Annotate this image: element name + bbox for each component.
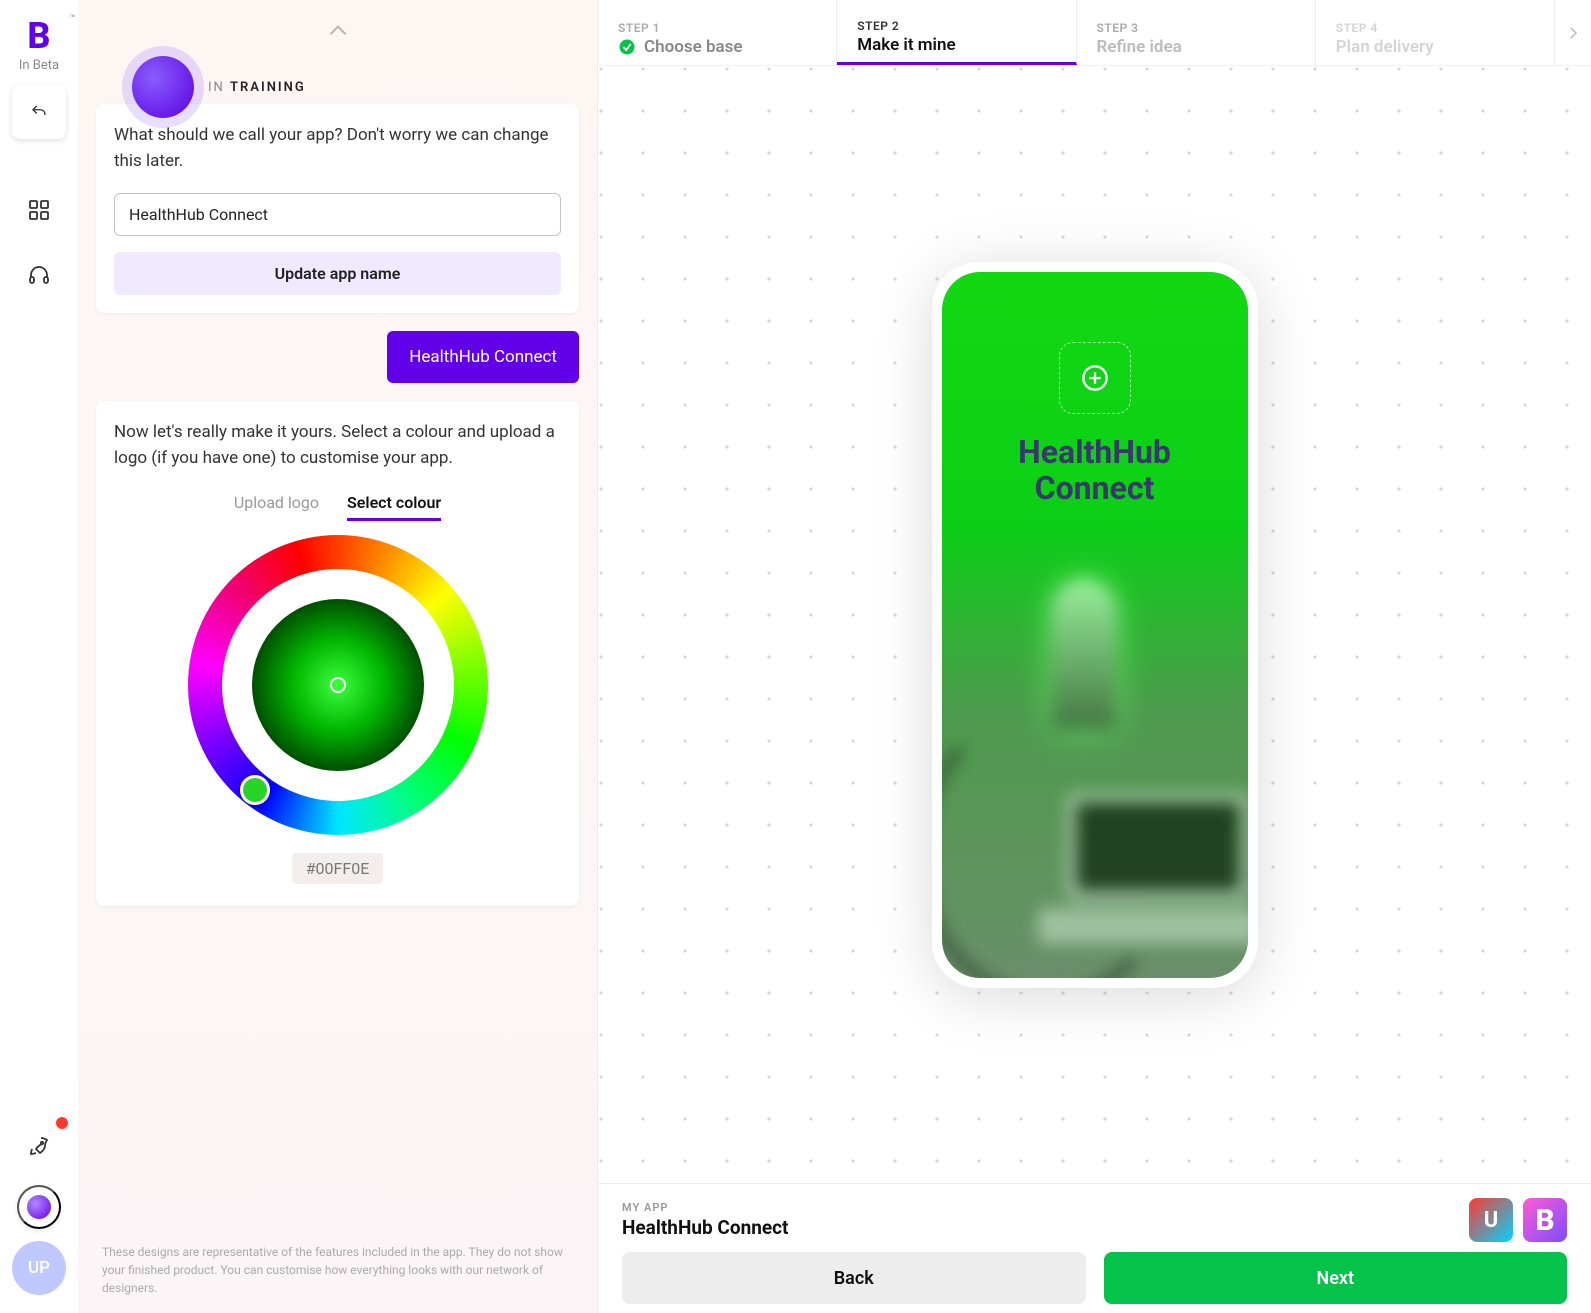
check-circle-icon (618, 38, 636, 56)
disc-handle[interactable] (330, 677, 346, 693)
idea-thumb-1[interactable]: U (1469, 1198, 1513, 1242)
name-prompt-card: What should we call your app? Don't worr… (96, 104, 579, 313)
tab-select-colour[interactable]: Select colour (347, 493, 441, 521)
my-app-label: MY APP (622, 1201, 788, 1214)
step-4-title: Plan delivery (1336, 37, 1534, 57)
hue-handle[interactable] (240, 775, 270, 805)
steps-next-caret[interactable] (1555, 0, 1591, 65)
footer-app-info: MY APP HealthHub Connect (622, 1201, 788, 1239)
tab-upload-logo[interactable]: Upload logo (234, 493, 319, 521)
phone-screen: HealthHubConnect (942, 272, 1248, 978)
step-1-number: STEP 1 (618, 21, 816, 35)
app-name-input[interactable] (114, 193, 561, 236)
scroll-up-hint[interactable] (96, 14, 579, 56)
headset-icon (27, 264, 51, 288)
apps-button[interactable] (12, 183, 66, 237)
launch-button[interactable] (12, 1119, 66, 1173)
assistant-orb-button[interactable] (17, 1185, 61, 1229)
bot-status: IN TRAINING (208, 80, 306, 95)
chevron-up-icon (325, 18, 351, 44)
name-prompt-text: What should we call your app? Don't worr… (114, 122, 561, 175)
notification-badge (56, 1117, 68, 1129)
my-app-name: HealthHub Connect (622, 1216, 788, 1239)
support-button[interactable] (12, 249, 66, 303)
logo-upload-slot[interactable] (1059, 342, 1131, 414)
next-button[interactable]: Next (1104, 1252, 1568, 1304)
brand-letter-thumb: B (1535, 1203, 1554, 1238)
brand-logo: B ™ In Beta (19, 18, 59, 73)
left-nav: B ™ In Beta UP (0, 0, 78, 1313)
hue-ring[interactable] (188, 535, 488, 835)
rocket-icon (27, 1134, 51, 1158)
customize-card: Now let's really make it yours. Select a… (96, 401, 579, 907)
step-1[interactable]: STEP 1 Choose base (598, 0, 837, 65)
step-3-title: Refine idea (1097, 37, 1295, 57)
design-disclaimer: These designs are representative of the … (78, 1227, 597, 1313)
colour-picker[interactable] (114, 535, 561, 835)
grid-icon (27, 198, 51, 222)
brand-tm: ™ (69, 14, 75, 24)
phone-preview: HealthHubConnect (932, 262, 1258, 988)
phone-bg-illustration (942, 554, 1248, 978)
preview-canvas[interactable]: HealthHubConnect (598, 66, 1591, 1183)
beta-label: In Beta (19, 58, 59, 73)
undo-button[interactable] (12, 85, 66, 139)
step-4: STEP 4 Plan delivery (1316, 0, 1555, 65)
step-2-title: Make it mine (857, 35, 1055, 55)
step-1-title: Choose base (618, 37, 816, 57)
chevron-right-icon (1564, 24, 1582, 42)
customize-tabs: Upload logo Select colour (114, 493, 561, 521)
back-button[interactable]: Back (622, 1252, 1086, 1304)
idea-thumbnails: U B (1469, 1198, 1567, 1242)
step-2-number: STEP 2 (857, 19, 1055, 33)
idea-thumb-2[interactable]: B (1523, 1198, 1567, 1242)
undo-icon (30, 100, 48, 124)
plus-circle-icon (1081, 364, 1109, 392)
customize-prompt-text: Now let's really make it yours. Select a… (114, 419, 561, 472)
footer-bar: MY APP HealthHub Connect U B Back Next (598, 1183, 1591, 1313)
step-2[interactable]: STEP 2 Make it mine (837, 0, 1076, 65)
chat-panel: IN TRAINING What should we call your app… (78, 0, 598, 1313)
step-4-number: STEP 4 (1336, 21, 1534, 35)
brand-letter: B (27, 18, 50, 54)
bot-orb-icon (132, 56, 194, 118)
main-area: STEP 1 Choose base STEP 2 Make it mine S… (598, 0, 1591, 1313)
hex-value: #00FF0E (292, 853, 384, 884)
step-tabs: STEP 1 Choose base STEP 2 Make it mine S… (598, 0, 1591, 66)
update-name-button[interactable]: Update app name (114, 252, 561, 295)
chat-scroll[interactable]: IN TRAINING What should we call your app… (78, 0, 597, 1227)
saturation-disc[interactable] (252, 599, 424, 771)
step-3[interactable]: STEP 3 Refine idea (1077, 0, 1316, 65)
orb-icon (27, 1195, 51, 1219)
phone-app-title: HealthHubConnect (1018, 434, 1171, 508)
user-message: HealthHub Connect (387, 331, 579, 383)
footer-buttons: Back Next (622, 1252, 1567, 1304)
step-3-number: STEP 3 (1097, 21, 1295, 35)
user-avatar[interactable]: UP (12, 1241, 66, 1295)
